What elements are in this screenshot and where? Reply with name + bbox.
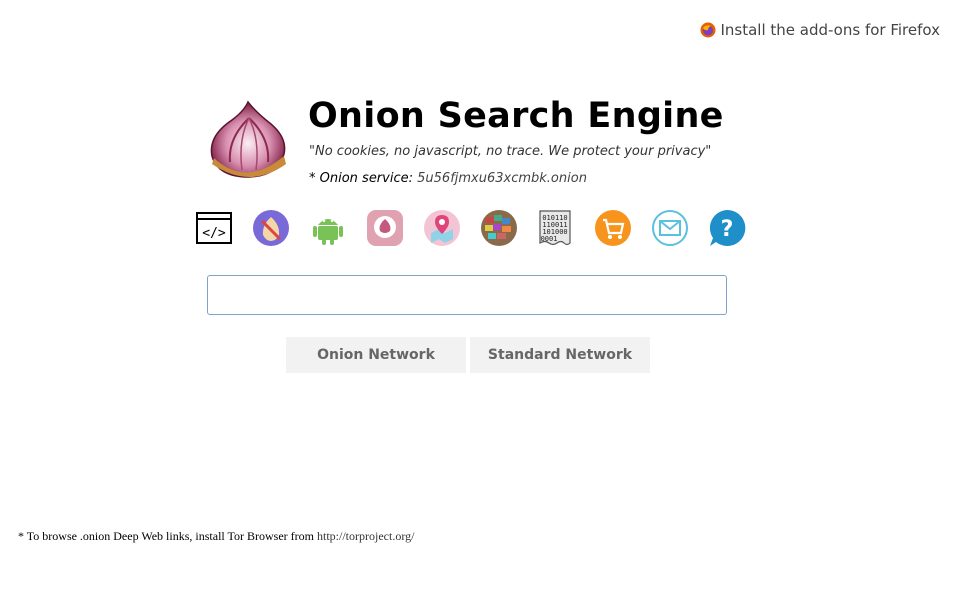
tool-icons-bar: </> 010110 110011 101000 0001 ? bbox=[195, 209, 765, 247]
search-input[interactable] bbox=[207, 275, 727, 315]
torproject-link[interactable]: http://torproject.org/ bbox=[317, 529, 414, 543]
onion-network-button[interactable]: Onion Network bbox=[286, 337, 466, 373]
onion-logo bbox=[206, 98, 292, 180]
android-icon[interactable] bbox=[309, 209, 347, 247]
header: Onion Search Engine "No cookies, no java… bbox=[206, 96, 766, 188]
svg-text:?: ? bbox=[721, 217, 734, 242]
onion-service-label: * Onion service: bbox=[309, 171, 413, 186]
firefox-link-label: Install the add-ons for Firefox bbox=[720, 21, 940, 39]
onion-service-address: 5u56fjmxu63xcmbk.onion bbox=[417, 171, 587, 186]
binary-icon[interactable]: 010110 110011 101000 0001 bbox=[537, 209, 575, 247]
svg-text:0001: 0001 bbox=[541, 235, 558, 243]
map-pin-icon[interactable] bbox=[423, 209, 461, 247]
mail-icon[interactable] bbox=[651, 209, 689, 247]
onion-service-line: * Onion service: 5u56fjmxu63xcmbk.onion bbox=[309, 171, 587, 186]
tagline: "No cookies, no javascript, no trace. We… bbox=[309, 144, 712, 159]
standard-network-button[interactable]: Standard Network bbox=[470, 337, 650, 373]
footer-text: * To browse .onion Deep Web links, insta… bbox=[18, 529, 314, 543]
globe-mosaic-icon[interactable] bbox=[480, 209, 518, 247]
page-title: Onion Search Engine bbox=[308, 96, 724, 136]
shopping-cart-icon[interactable] bbox=[594, 209, 632, 247]
onion-character-icon[interactable] bbox=[252, 209, 290, 247]
onion-chat-icon[interactable] bbox=[366, 209, 404, 247]
firefox-addon-link[interactable]: Install the add-ons for Firefox bbox=[700, 21, 940, 39]
footer-note: * To browse .onion Deep Web links, insta… bbox=[18, 529, 414, 544]
svg-text:</>: </> bbox=[202, 226, 226, 241]
firefox-icon bbox=[700, 22, 716, 38]
help-icon[interactable]: ? bbox=[708, 209, 746, 247]
code-icon[interactable]: </> bbox=[195, 209, 233, 247]
